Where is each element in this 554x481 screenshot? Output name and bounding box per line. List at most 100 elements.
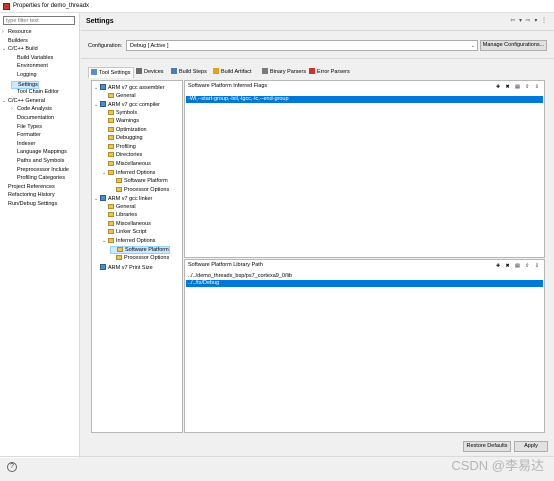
sidebar-item-label: Project References bbox=[8, 183, 55, 190]
tab-label: Binary Parsers bbox=[270, 69, 307, 75]
filter-input[interactable]: type filter text bbox=[3, 16, 75, 25]
tool-tree-item[interactable]: ⌄ ARM v7 gcc linker bbox=[94, 195, 152, 203]
configuration-select[interactable]: Debug [ Active ] ⌄ bbox=[126, 40, 478, 51]
watermark: CSDN @李易达 bbox=[451, 458, 544, 473]
tool-tree-label: Debugging bbox=[116, 135, 143, 142]
tool-tree-item[interactable]: Symbols bbox=[102, 109, 137, 118]
page-title: Settings bbox=[86, 18, 114, 25]
tool-tree-item[interactable]: Directories bbox=[102, 152, 142, 160]
binary-parsers-icon bbox=[262, 68, 268, 74]
sidebar-item[interactable]: › Code Analysis bbox=[11, 106, 52, 114]
sidebar-item[interactable]: File Types bbox=[11, 124, 42, 132]
divider bbox=[81, 58, 554, 59]
sidebar-item-label: C/C++ Build bbox=[8, 46, 38, 53]
window-title: Properties for demo_threadx bbox=[13, 3, 90, 9]
folder-icon bbox=[117, 247, 123, 253]
sidebar-item[interactable]: Language Mappings bbox=[11, 149, 67, 157]
tool-tree-item[interactable]: Processor Options bbox=[110, 186, 169, 195]
manage-configurations-button[interactable]: Manage Configurations... bbox=[480, 40, 547, 51]
sidebar-item[interactable]: Indexer bbox=[11, 141, 35, 149]
list-action-icons[interactable]: ✚ ✖ ▤ ⇧ ⇩ bbox=[496, 84, 541, 90]
tool-tree-item[interactable]: Profiling bbox=[102, 143, 136, 152]
sidebar-item[interactable]: Tool Chain Editor bbox=[11, 89, 59, 97]
tool-tree-item[interactable]: Debugging bbox=[102, 135, 143, 143]
sidebar-item[interactable]: Logging bbox=[11, 72, 37, 80]
tab-devices[interactable]: Devices bbox=[134, 67, 166, 78]
sidebar-item-label: Documentation bbox=[17, 115, 54, 121]
sidebar-item-label: Preprocessor Include bbox=[17, 166, 69, 173]
tool-tree-item[interactable]: Miscellaneous bbox=[102, 220, 151, 229]
tool-tree-item[interactable]: Software Platform bbox=[110, 178, 168, 186]
list-item[interactable]: ../../tx/Debug bbox=[186, 280, 543, 287]
sidebar-item[interactable]: Documentation bbox=[11, 115, 54, 123]
sidebar-item[interactable]: Run/Debug Settings bbox=[2, 201, 57, 209]
list-item[interactable]: ../../demo_threadx_bsp/ps7_cortexa9_0/li… bbox=[186, 273, 543, 280]
configuration-value: Debug [ Active ] bbox=[130, 43, 169, 49]
sidebar-item[interactable]: Formatter bbox=[11, 132, 41, 140]
tool-tree-item[interactable]: Warnings bbox=[102, 118, 139, 126]
folder-icon bbox=[108, 126, 114, 132]
sidebar-item[interactable]: Refactoring History bbox=[2, 192, 55, 200]
folder-icon bbox=[108, 92, 114, 98]
tool-settings-icon bbox=[91, 69, 97, 75]
tool-icon bbox=[100, 101, 106, 108]
tool-tree-item[interactable]: General bbox=[102, 92, 136, 101]
sidebar-item-label: Refactoring History bbox=[8, 192, 55, 199]
tool-tree-item[interactable]: Software Platform bbox=[110, 246, 170, 255]
sidebar-item[interactable]: Paths and Symbols bbox=[11, 158, 64, 166]
list-item[interactable]: -Wl,--start-group,-lxil,-lgcc,-lc,--end-… bbox=[186, 96, 543, 103]
sidebar-item-label: Environment bbox=[17, 63, 48, 70]
sidebar-item-label: Settings bbox=[18, 81, 38, 88]
tool-tree-item[interactable]: Linker Script bbox=[102, 229, 147, 237]
tool-tree-label: ARM v7 gcc compiler bbox=[108, 102, 160, 109]
property-nav-pane: type filter text › Resource Builders ⌄ C/C++… bbox=[0, 13, 80, 458]
sidebar-item-label: Language Mappings bbox=[17, 149, 67, 156]
sidebar-item[interactable]: ⌄ C/C++ Build bbox=[2, 46, 38, 54]
tool-tree-item[interactable]: ⌄ ARM v7 gcc assembler bbox=[94, 84, 165, 92]
restore-defaults-button[interactable]: Restore Defaults bbox=[463, 441, 511, 452]
tab-label: Devices bbox=[144, 69, 164, 75]
sidebar-item[interactable]: › Resource bbox=[2, 29, 32, 37]
folder-icon bbox=[116, 255, 122, 260]
sidebar-item-label: Run/Debug Settings bbox=[8, 201, 58, 207]
sidebar-item[interactable]: Settings bbox=[11, 80, 39, 89]
tool-tree-item[interactable]: Miscellaneous bbox=[102, 160, 151, 169]
library-path-panel: Software Platform Library Path ✚ ✖ ▤ ⇧ ⇩… bbox=[184, 259, 545, 433]
tool-tree-item[interactable]: ARM v7 Print Size bbox=[94, 263, 153, 272]
configuration-label: Configuration: bbox=[88, 43, 123, 49]
sidebar-item[interactable]: Builders bbox=[2, 38, 28, 46]
list-action-icons[interactable]: ✚ ✖ ▤ ⇧ ⇩ bbox=[496, 263, 541, 269]
devices-icon bbox=[136, 68, 142, 74]
sidebar-item[interactable]: Environment bbox=[11, 63, 48, 71]
sidebar-item[interactable]: Project References bbox=[2, 184, 55, 192]
tool-tree-item[interactable]: Processor Options bbox=[110, 255, 169, 263]
sidebar-item[interactable]: Preprocessor Include bbox=[11, 167, 69, 175]
sidebar-item[interactable]: Profiling Categories bbox=[11, 175, 65, 183]
tool-tree-item[interactable]: ⌄ Inferred Options bbox=[102, 169, 155, 178]
tab-label: Error Parsers bbox=[317, 69, 350, 75]
tab-build-artifact[interactable]: Build Artifact bbox=[211, 67, 254, 78]
folder-icon bbox=[108, 152, 114, 158]
folder-icon bbox=[108, 118, 114, 124]
sidebar-item[interactable]: Build Variables bbox=[11, 55, 53, 63]
tool-tree-label: Software Platform bbox=[125, 247, 169, 254]
panel-title: Software Platform Inferred Flags bbox=[188, 83, 268, 89]
folder-icon bbox=[108, 109, 114, 115]
tool-tree-item[interactable]: Optimization bbox=[102, 126, 147, 135]
tool-tree-item[interactable]: General bbox=[102, 203, 136, 212]
tool-tree-item[interactable]: ⌄ ARM v7 gcc compiler bbox=[94, 101, 160, 109]
sidebar-item-label: File Types bbox=[17, 123, 42, 130]
tool-tree-item[interactable]: Libraries bbox=[102, 212, 137, 220]
history-nav-icons[interactable]: ⇦ ▾ ⇨ ▾ ⋮ bbox=[510, 17, 548, 24]
folder-icon bbox=[108, 212, 114, 218]
sidebar-item[interactable]: ⌄ C/C++ General bbox=[2, 98, 45, 106]
apply-button[interactable]: Apply bbox=[514, 441, 548, 452]
tab-binary-parsers[interactable]: Binary Parsers bbox=[260, 67, 308, 78]
tab-build-steps[interactable]: Build Steps bbox=[169, 67, 209, 78]
tab-error-parsers[interactable]: Error Parsers bbox=[307, 67, 352, 78]
sidebar-item-label: Resource bbox=[8, 29, 32, 35]
tool-tree-label: Software Platform bbox=[124, 178, 168, 185]
help-icon[interactable]: ? bbox=[7, 462, 17, 472]
tab-tool-settings[interactable]: Tool Settings bbox=[88, 67, 134, 78]
tool-tree-item[interactable]: ⌄ Inferred Options bbox=[102, 237, 155, 246]
